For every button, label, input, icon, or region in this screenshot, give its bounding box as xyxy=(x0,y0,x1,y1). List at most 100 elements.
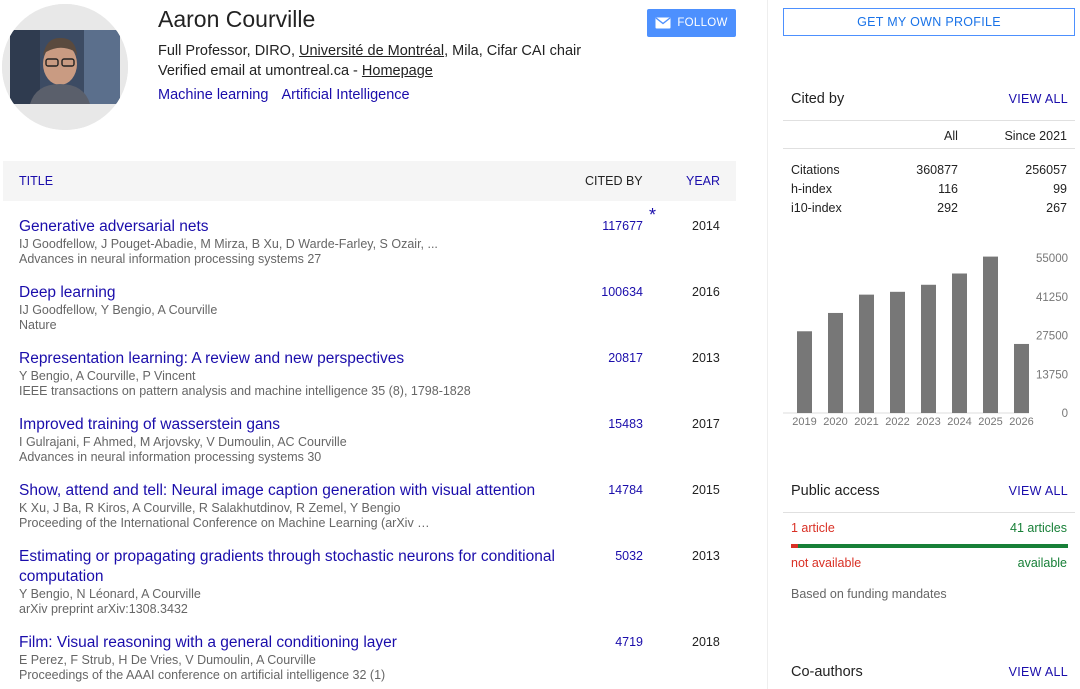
chart-x-label: 2024 xyxy=(947,416,971,428)
profile-affiliation: Full Professor, DIRO, Université de Mont… xyxy=(158,43,581,59)
co-authors-title: Co-authors xyxy=(791,664,863,680)
cited-by-count[interactable]: 20817 xyxy=(608,351,643,365)
publication-year: 2017 xyxy=(692,417,720,431)
chart-x-label: 2023 xyxy=(916,416,940,428)
funding-mandates-note: Based on funding mandates xyxy=(791,587,947,601)
cited-by-count[interactable]: 117677 xyxy=(602,219,643,233)
stats-row: Citations 360877 256057 xyxy=(783,163,1075,182)
chart-x-label: 2020 xyxy=(823,416,847,428)
public-access-view-all[interactable]: VIEW ALL xyxy=(1009,484,1068,498)
stat-since: 267 xyxy=(1046,201,1067,215)
homepage-link[interactable]: Homepage xyxy=(362,63,433,79)
follow-button[interactable]: FOLLOW xyxy=(647,9,736,37)
publication-authors: E Perez, F Strub, H De Vries, V Dumoulin… xyxy=(19,653,316,667)
interest-machine-learning[interactable]: Machine learning xyxy=(158,87,268,103)
publication-venue: Nature xyxy=(19,318,57,332)
merged-citations-star[interactable]: * xyxy=(649,205,656,226)
stat-label[interactable]: Citations xyxy=(791,163,840,177)
publications-header: TITLE CITED BY YEAR xyxy=(3,161,736,201)
profile-email: Verified email at umontreal.ca - Homepag… xyxy=(158,63,433,79)
chart-bar-2023[interactable] xyxy=(921,284,936,413)
publication-authors: IJ Goodfellow, Y Bengio, A Courville xyxy=(19,303,218,317)
not-available-bar xyxy=(791,544,798,548)
column-divider xyxy=(767,0,768,689)
chart-y-tick-label: 27500 xyxy=(1036,331,1068,343)
available-label: available xyxy=(1017,556,1067,570)
stat-label[interactable]: h-index xyxy=(791,182,832,196)
stat-label[interactable]: i10-index xyxy=(791,201,842,215)
publication-year: 2014 xyxy=(692,219,720,233)
column-all: All xyxy=(944,129,958,143)
column-since-2021: Since 2021 xyxy=(1004,129,1067,143)
profile-name: Aaron Courville xyxy=(158,6,316,32)
chart-bar-2025[interactable] xyxy=(983,256,998,413)
publication-title[interactable]: Representation learning: A review and ne… xyxy=(19,349,579,369)
stats-row: h-index 116 99 xyxy=(783,182,1075,201)
cited-by-title: Cited by xyxy=(791,91,845,107)
get-my-own-profile-button[interactable]: GET MY OWN PROFILE xyxy=(783,8,1075,36)
chart-y-tick-label: 13750 xyxy=(1036,369,1068,381)
publication-venue: Proceeding of the International Conferen… xyxy=(19,516,430,530)
verified-email-text: Verified email at umontreal.ca - xyxy=(158,63,362,79)
chart-x-label: 2022 xyxy=(885,416,909,428)
divider xyxy=(783,120,1075,121)
not-available-count[interactable]: 1 article xyxy=(791,521,835,535)
mail-icon xyxy=(655,17,671,29)
publication-venue: Proceedings of the AAAI conference on ar… xyxy=(19,668,386,682)
cited-by-count[interactable]: 100634 xyxy=(601,285,643,299)
publication-title[interactable]: Improved training of wasserstein gans xyxy=(19,415,579,435)
publication-year: 2016 xyxy=(692,285,720,299)
publication-title[interactable]: Generative adversarial nets xyxy=(19,217,579,237)
publication-year: 2013 xyxy=(692,351,720,365)
cited-by-count[interactable]: 5032 xyxy=(615,549,643,563)
public-access-summary: 1 article 41 articles not available avai… xyxy=(783,519,1075,577)
publication-year: 2015 xyxy=(692,483,720,497)
cited-by-count[interactable]: 14784 xyxy=(608,483,643,497)
affiliation-suffix: , Mila, Cifar CAI chair xyxy=(444,43,582,59)
available-count[interactable]: 41 articles xyxy=(1010,521,1067,535)
follow-label: FOLLOW xyxy=(677,17,728,29)
cited-by-count[interactable]: 4719 xyxy=(615,635,643,649)
chart-y-tick-label: 0 xyxy=(1062,408,1068,420)
publication-title[interactable]: Film: Visual reasoning with a general co… xyxy=(19,633,579,653)
publication-title[interactable]: Deep learning xyxy=(19,283,579,303)
interest-artificial-intelligence[interactable]: Artificial Intelligence xyxy=(281,87,409,103)
chart-bar-2021[interactable] xyxy=(859,294,874,413)
sort-by-title[interactable]: TITLE xyxy=(19,174,53,188)
chart-bar-2024[interactable] xyxy=(952,273,967,414)
affiliation-link[interactable]: Université de Montréal xyxy=(299,43,444,59)
public-access-bar xyxy=(791,544,1068,548)
stat-all: 116 xyxy=(938,182,958,196)
stat-all: 360877 xyxy=(916,163,958,177)
publication-authors: I Gulrajani, F Ahmed, M Arjovsky, V Dumo… xyxy=(19,435,347,449)
affiliation-prefix: Full Professor, DIRO, xyxy=(158,43,300,59)
divider xyxy=(783,512,1075,513)
publication-venue: IEEE transactions on pattern analysis an… xyxy=(19,384,471,398)
research-interests: Machine learning Artificial Intelligence xyxy=(158,87,423,103)
publication-year: 2013 xyxy=(692,549,720,563)
chart-bar-2026[interactable] xyxy=(1014,343,1029,413)
chart-y-tick-label: 55000 xyxy=(1036,253,1068,265)
public-access-title: Public access xyxy=(791,483,880,499)
stats-row: i10-index 292 267 xyxy=(783,201,1075,220)
publication-authors: K Xu, J Ba, R Kiros, A Courville, R Sala… xyxy=(19,501,401,515)
chart-bar-2020[interactable] xyxy=(828,312,843,413)
publication-authors: IJ Goodfellow, J Pouget-Abadie, M Mirza,… xyxy=(19,237,438,251)
sort-by-year[interactable]: YEAR xyxy=(686,174,720,188)
publication-venue: Advances in neural information processin… xyxy=(19,252,322,266)
column-cited-by[interactable]: CITED BY xyxy=(585,174,643,188)
publication-authors: Y Bengio, N Léonard, A Courville xyxy=(19,587,201,601)
chart-bar-2022[interactable] xyxy=(890,291,905,413)
co-authors-view-all[interactable]: VIEW ALL xyxy=(1009,665,1068,679)
publication-title[interactable]: Show, attend and tell: Neural image capt… xyxy=(19,481,579,501)
publication-year: 2018 xyxy=(692,635,720,649)
chart-x-label: 2026 xyxy=(1009,416,1033,428)
chart-bar-2019[interactable] xyxy=(797,331,812,413)
publication-title[interactable]: Estimating or propagating gradients thro… xyxy=(19,547,579,587)
cited-by-view-all[interactable]: VIEW ALL xyxy=(1009,92,1068,106)
stat-since: 99 xyxy=(1053,182,1067,196)
profile-avatar xyxy=(2,4,128,130)
cited-by-count[interactable]: 15483 xyxy=(608,417,643,431)
chart-y-tick-label: 41250 xyxy=(1036,292,1068,304)
chart-x-label: 2019 xyxy=(792,416,816,428)
